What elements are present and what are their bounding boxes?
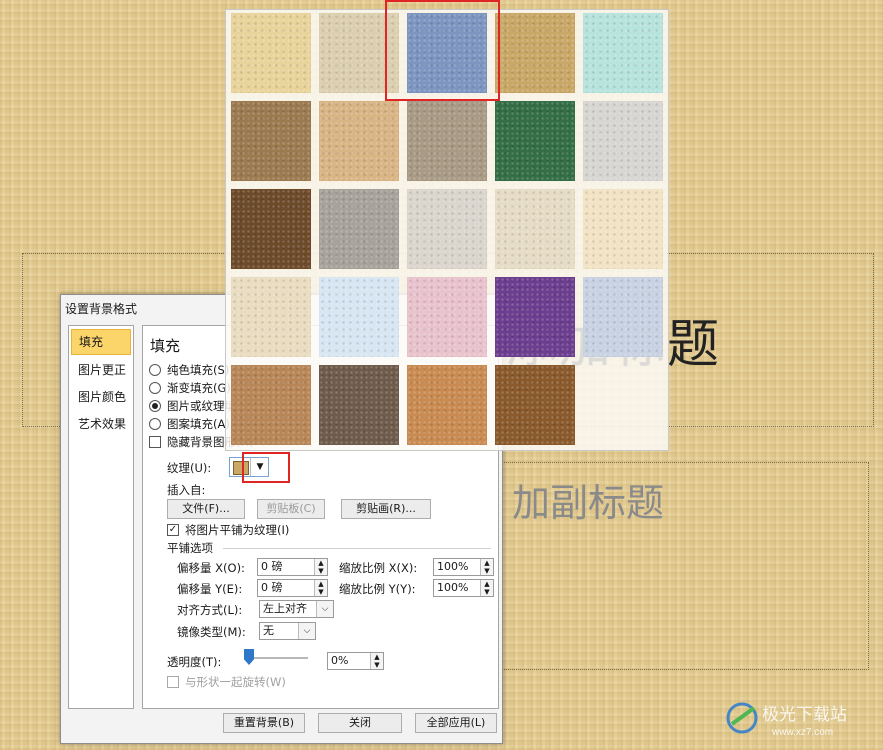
label-tile: 将图片平铺为纹理(I) bbox=[185, 523, 290, 537]
texture-fish-fossil[interactable] bbox=[319, 101, 399, 181]
close-button[interactable]: 关闭 bbox=[318, 713, 402, 733]
texture-paper-bag[interactable] bbox=[231, 101, 311, 181]
align-select[interactable]: 左上对齐 ⌵ bbox=[259, 600, 334, 618]
label-rotate-with-shape: 与形状一起旋转(W) bbox=[185, 675, 286, 689]
rotate-with-shape-checkbox[interactable] bbox=[167, 676, 179, 688]
offset-x-input[interactable]: 0 磅 ▲ ▼ bbox=[257, 558, 328, 576]
scale-x-label: 缩放比例 X(X): bbox=[339, 561, 418, 575]
nav-item-picture-color[interactable]: 图片颜色 bbox=[71, 385, 131, 409]
align-label: 对齐方式(L): bbox=[177, 603, 243, 617]
insert-from-label: 插入自: bbox=[167, 483, 206, 497]
offset-y-value: 0 磅 bbox=[261, 581, 283, 594]
mirror-label: 镜像类型(M): bbox=[177, 625, 246, 639]
mirror-value: 无 bbox=[263, 624, 274, 637]
mirror-select[interactable]: 无 ⌵ bbox=[259, 622, 316, 640]
texture-walnut[interactable] bbox=[319, 365, 399, 445]
reset-background-button[interactable]: 重置背景(B) bbox=[223, 713, 305, 733]
chevron-down-icon[interactable]: ⌵ bbox=[316, 601, 333, 617]
divider bbox=[223, 548, 491, 549]
highlight-selected-texture bbox=[385, 0, 500, 101]
texture-granite[interactable] bbox=[319, 189, 399, 269]
radio-pattern-fill[interactable] bbox=[149, 418, 161, 430]
section-title: 填充 bbox=[150, 337, 181, 355]
dialog-title: 设置背景格式 bbox=[65, 302, 138, 316]
texture-pink-tissue-paper[interactable] bbox=[407, 277, 487, 357]
scale-x-value: 100% bbox=[437, 560, 469, 573]
clipboard-button[interactable]: 剪贴板(C) bbox=[257, 499, 325, 519]
texture-water-droplets[interactable] bbox=[583, 13, 663, 93]
texture-papyrus[interactable] bbox=[231, 13, 311, 93]
scale-x-input[interactable]: 100% ▲ ▼ bbox=[433, 558, 494, 576]
offset-y-input[interactable]: 0 磅 ▲ ▼ bbox=[257, 579, 328, 597]
tile-checkbox[interactable]: ✓ bbox=[167, 524, 179, 536]
offset-y-label: 偏移量 Y(E): bbox=[177, 582, 243, 596]
apply-all-button[interactable]: 全部应用(L) bbox=[415, 713, 497, 733]
texture-recycled-paper[interactable] bbox=[495, 189, 575, 269]
transparency-input[interactable]: 0% ▲ ▼ bbox=[327, 652, 384, 670]
texture-label: 纹理(U): bbox=[167, 461, 212, 475]
scale-y-value: 100% bbox=[437, 581, 469, 594]
radio-solid-fill[interactable] bbox=[149, 364, 161, 376]
nav-item-artistic-effects[interactable]: 艺术效果 bbox=[71, 412, 131, 436]
texture-purple-mesh[interactable] bbox=[495, 277, 575, 357]
texture-stationery[interactable] bbox=[231, 277, 311, 357]
texture-green-marble[interactable] bbox=[495, 101, 575, 181]
label-solid-fill: 纯色填充(S) bbox=[167, 363, 230, 377]
texture-blue-tissue-paper[interactable] bbox=[319, 277, 399, 357]
file-button[interactable]: 文件(F)... bbox=[167, 499, 245, 519]
texture-white-marble[interactable] bbox=[583, 101, 663, 181]
transparency-label: 透明度(T): bbox=[167, 655, 222, 669]
category-nav: 填充 图片更正 图片颜色 艺术效果 bbox=[68, 325, 134, 709]
align-value: 左上对齐 bbox=[263, 602, 307, 615]
chevron-down-icon[interactable]: ⌵ bbox=[298, 623, 315, 639]
nav-item-fill[interactable]: 填充 bbox=[71, 329, 131, 355]
tile-options-label: 平铺选项 bbox=[167, 541, 213, 555]
transparency-value: 0% bbox=[331, 654, 349, 667]
clipart-button[interactable]: 剪贴画(R)... bbox=[341, 499, 431, 519]
texture-parchment[interactable] bbox=[583, 189, 663, 269]
watermark-logo: 极光下载站 www.xz7.com bbox=[726, 702, 847, 738]
watermark-text: 极光下载站 bbox=[762, 705, 847, 724]
offset-x-value: 0 磅 bbox=[261, 560, 283, 573]
radio-gradient-fill[interactable] bbox=[149, 382, 161, 394]
texture-newsprint[interactable] bbox=[407, 189, 487, 269]
texture-bouquet[interactable] bbox=[583, 277, 663, 357]
watermark-url: www.xz7.com bbox=[771, 727, 833, 738]
scale-y-label: 缩放比例 Y(Y): bbox=[339, 582, 416, 596]
scale-y-spinner[interactable]: ▲ ▼ bbox=[480, 580, 493, 596]
texture-sand[interactable] bbox=[407, 101, 487, 181]
slide-subtitle-text[interactable]: 加副标题 bbox=[512, 472, 664, 527]
texture-woven-mat[interactable] bbox=[495, 13, 575, 93]
highlight-texture-dropdown bbox=[242, 452, 290, 483]
radio-picture-texture-fill[interactable] bbox=[149, 400, 161, 412]
label-gradient-fill: 渐变填充(G) bbox=[167, 381, 231, 395]
scale-y-input[interactable]: 100% ▲ ▼ bbox=[433, 579, 494, 597]
texture-oak[interactable] bbox=[407, 365, 487, 445]
offset-y-spinner[interactable]: ▲ ▼ bbox=[314, 580, 327, 596]
offset-x-label: 偏移量 X(O): bbox=[177, 561, 245, 575]
texture-cork[interactable] bbox=[231, 365, 311, 445]
label-pattern-fill: 图案填充(A) bbox=[167, 417, 230, 431]
nav-item-picture-corrections[interactable]: 图片更正 bbox=[71, 358, 131, 382]
hide-bg-checkbox[interactable] bbox=[149, 436, 161, 448]
transparency-spinner[interactable]: ▲ ▼ bbox=[370, 653, 383, 669]
scale-x-spinner[interactable]: ▲ ▼ bbox=[480, 559, 493, 575]
offset-x-spinner[interactable]: ▲ ▼ bbox=[314, 559, 327, 575]
texture-brown-marble[interactable] bbox=[231, 189, 311, 269]
texture-medium-wood[interactable] bbox=[495, 365, 575, 445]
